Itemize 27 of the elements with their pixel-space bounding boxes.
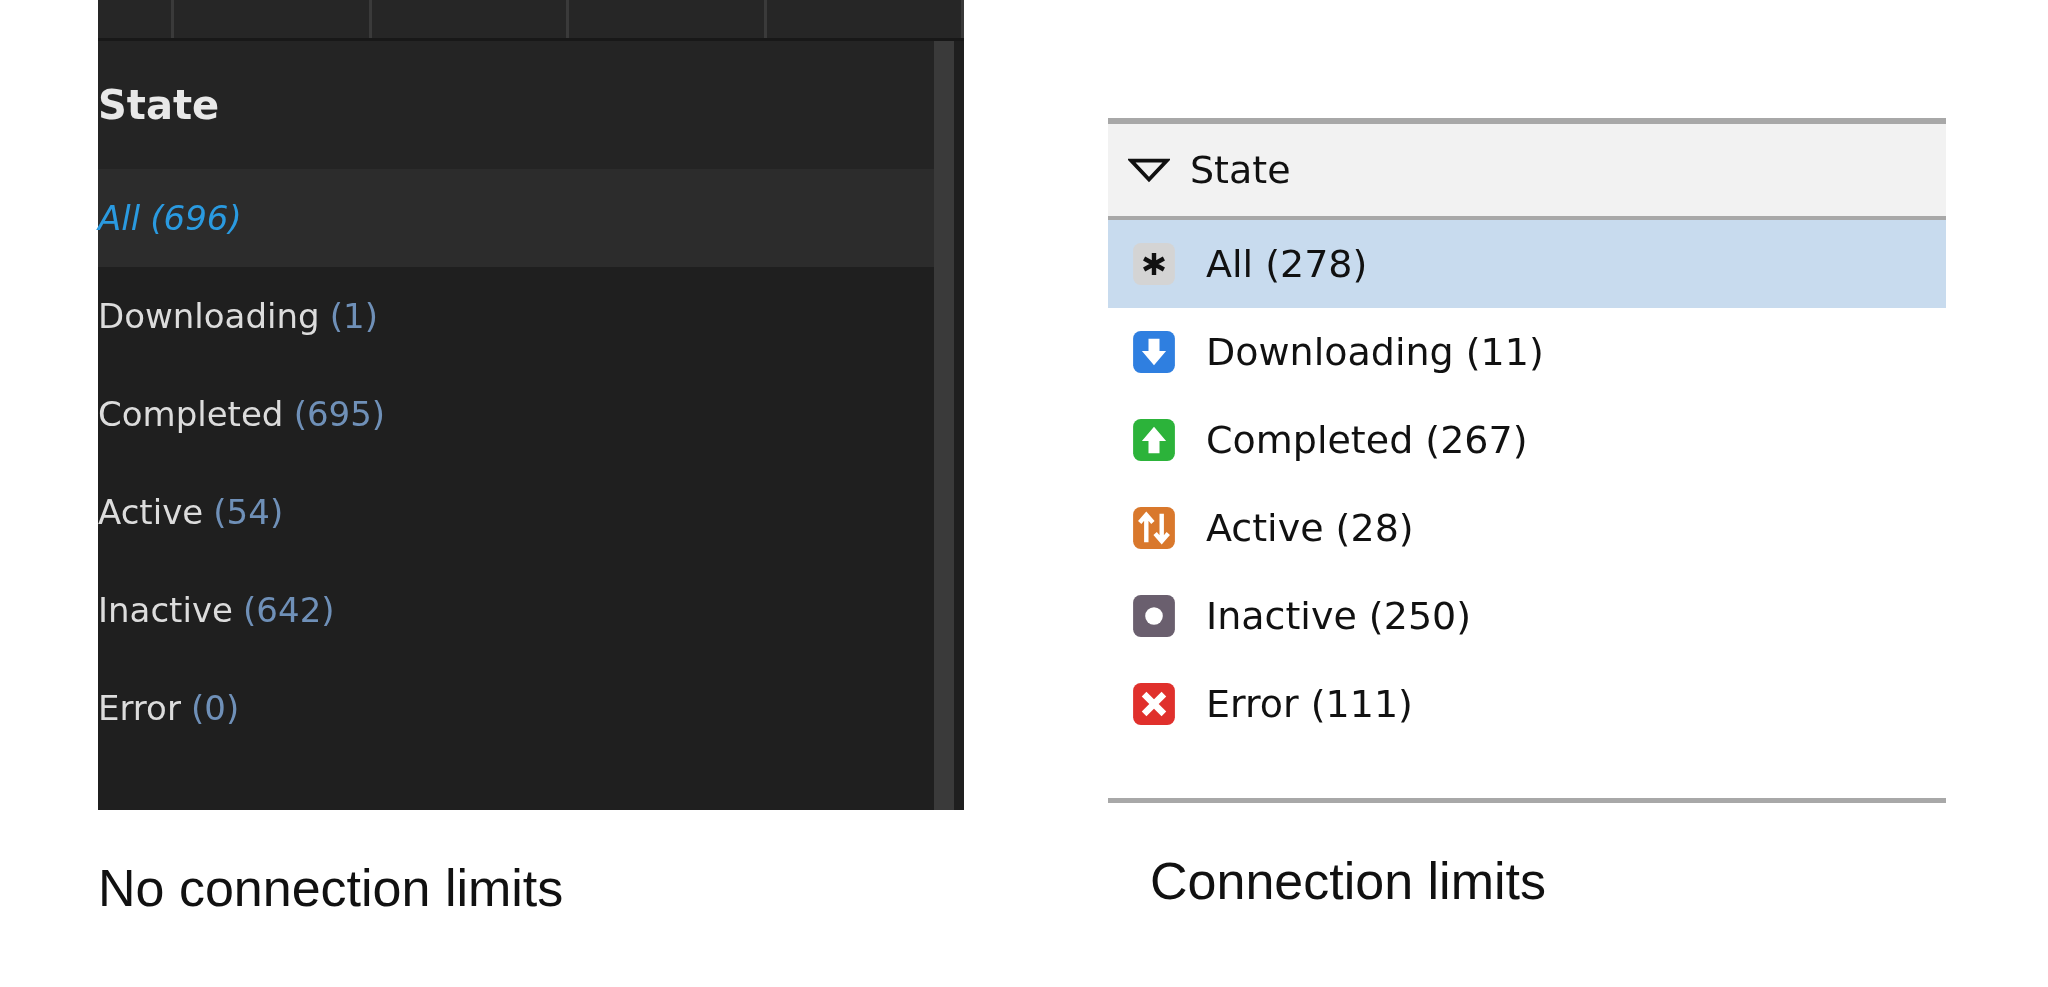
collapse-triangle-icon[interactable]	[1128, 157, 1170, 183]
selected-filter-item[interactable]: All (696)	[98, 169, 934, 267]
cross-icon	[1132, 682, 1176, 726]
filter-item[interactable]: Downloading (1)	[98, 267, 934, 365]
filter-item[interactable]: Downloading (11)	[1108, 308, 1946, 396]
filter-label: Inactive (250)	[1206, 594, 1472, 638]
asterisk-icon	[1132, 242, 1176, 286]
caption: No connection limits	[98, 858, 565, 918]
filter-label: Active (28)	[1206, 506, 1414, 550]
filter-item[interactable]: Error (111)	[1108, 660, 1946, 748]
selected-filter-item[interactable]: All (278)	[1108, 220, 1946, 308]
filter-item[interactable]: Inactive (250)	[1108, 572, 1946, 660]
filter-item[interactable]: Active (54)	[98, 463, 934, 561]
filter-label: Downloading (11)	[1206, 330, 1544, 374]
filter-label: All (278)	[1206, 242, 1368, 286]
filter-item[interactable]: Completed (695)	[98, 365, 934, 463]
filter-label: Error (111)	[1206, 682, 1413, 726]
filter-item[interactable]: Completed (267)	[1108, 396, 1946, 484]
section-title: State	[98, 82, 220, 128]
filter-item[interactable]: Error (0)	[98, 659, 934, 757]
section-title: State	[1190, 148, 1291, 192]
filter-item[interactable]: Inactive (642)	[98, 561, 934, 659]
scrollbar[interactable]	[934, 41, 954, 810]
filter-label: Completed (267)	[1206, 418, 1528, 462]
up-down-arrows-icon	[1132, 506, 1176, 550]
caption: Connection limits	[1150, 851, 1547, 911]
filter-item[interactable]: Active (28)	[1108, 484, 1946, 572]
